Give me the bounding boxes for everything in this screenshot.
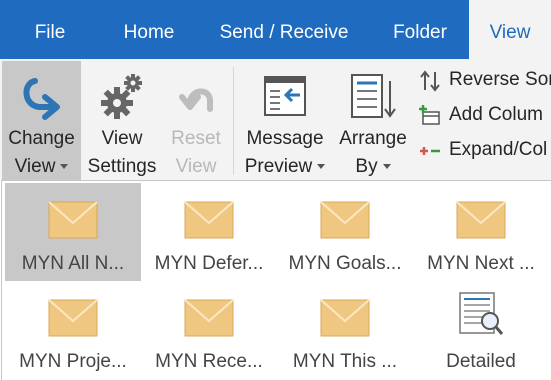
view-gallery-item-label: MYN Rece... xyxy=(155,351,263,372)
view-settings-button[interactable]: View Settings xyxy=(83,61,161,180)
message-preview-label-2: Preview xyxy=(241,153,329,181)
change-view-button[interactable]: Change View xyxy=(2,61,81,180)
reverse-sort-icon xyxy=(420,70,440,92)
add-columns-icon xyxy=(419,105,440,125)
tab-view[interactable]: View xyxy=(469,0,551,59)
chevron-down-icon xyxy=(382,164,391,170)
change-view-label-1: Change xyxy=(8,128,75,149)
arrange-by-label-1: Arrange xyxy=(339,128,407,149)
envelope-icon xyxy=(320,201,370,239)
envelope-icon xyxy=(48,299,98,337)
view-gallery-item-label: Detailed xyxy=(446,351,516,372)
change-view-arrow-icon xyxy=(23,78,60,120)
reset-view-button[interactable]: Reset View xyxy=(163,61,229,180)
view-settings-label-2: Settings xyxy=(87,156,157,177)
reset-view-label-2: View xyxy=(175,156,217,177)
arrange-by-label-2: By xyxy=(333,153,413,181)
ribbon: Change View View Settings Reset View Mes… xyxy=(0,59,551,180)
gear-icon xyxy=(101,74,142,119)
view-gallery-item[interactable]: Detailed xyxy=(413,281,549,379)
reset-view-label-1: Reset xyxy=(171,128,221,149)
expand-collapse-label: Expand/Col xyxy=(449,139,548,160)
view-gallery-item[interactable]: MYN Next ... xyxy=(413,183,549,281)
view-gallery-item[interactable]: MYN Goals... xyxy=(277,183,413,281)
view-gallery-item-label: MYN Goals... xyxy=(288,253,402,274)
chevron-down-icon xyxy=(60,164,69,170)
view-gallery-item-label: MYN Proje... xyxy=(19,351,127,372)
detailed-view-icon xyxy=(459,292,504,335)
tab-home[interactable]: Home xyxy=(108,0,190,59)
view-gallery-item-label: MYN This ... xyxy=(292,351,398,372)
change-view-gallery: MYN All N... MYN Defer... MYN Goals... M… xyxy=(1,180,551,380)
arrange-by-button[interactable]: Arrange By xyxy=(333,61,413,180)
ribbon-group-divider xyxy=(233,67,234,175)
view-gallery-item-label: MYN Next ... xyxy=(427,253,535,274)
envelope-icon xyxy=(184,201,234,239)
view-gallery-item-label: MYN Defer... xyxy=(154,253,264,274)
arrange-by-icon xyxy=(351,74,396,118)
message-preview-label-1: Message xyxy=(246,128,324,149)
change-view-label-2: View xyxy=(2,153,81,181)
tab-file[interactable]: File xyxy=(20,0,80,59)
ribbon-tab-bar: File Home Send / Receive Folder View xyxy=(0,0,551,59)
message-preview-icon xyxy=(264,76,306,116)
view-gallery-item[interactable]: MYN All N... xyxy=(5,183,141,281)
message-preview-button[interactable]: Message Preview xyxy=(241,61,329,180)
view-gallery-item[interactable]: MYN Defer... xyxy=(141,183,277,281)
envelope-icon xyxy=(184,299,234,337)
tab-folder[interactable]: Folder xyxy=(380,0,460,59)
view-gallery-item[interactable]: MYN Proje... xyxy=(5,281,141,379)
reverse-sort-label: Reverse Sor xyxy=(449,69,551,90)
view-gallery-item[interactable]: MYN This ... xyxy=(277,281,413,379)
add-columns-label: Add Colum xyxy=(449,104,543,125)
envelope-icon xyxy=(456,201,506,239)
view-settings-label-1: View xyxy=(101,128,143,149)
envelope-icon xyxy=(320,299,370,337)
tab-send-receive[interactable]: Send / Receive xyxy=(207,0,361,59)
envelope-icon xyxy=(48,201,98,239)
view-gallery-item[interactable]: MYN Rece... xyxy=(141,281,277,379)
view-gallery-item-label: MYN All N... xyxy=(21,253,125,274)
chevron-down-icon xyxy=(317,164,326,170)
expand-collapse-icon xyxy=(420,147,440,155)
undo-icon xyxy=(179,88,213,112)
